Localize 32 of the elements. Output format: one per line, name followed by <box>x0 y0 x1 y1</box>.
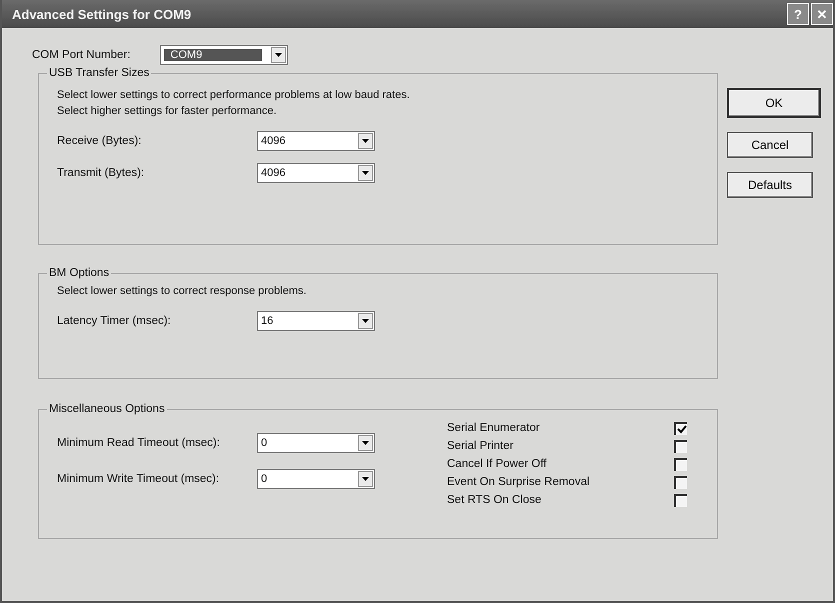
value-dropdown[interactable]: 16 <box>257 311 375 331</box>
option-label: Serial Printer <box>447 440 514 452</box>
hint-text: Select lower settings to correct response problems. <box>57 285 308 297</box>
value-dropdown[interactable]: 4096 <box>257 131 375 151</box>
checkbox[interactable] <box>674 494 687 506</box>
checkbox[interactable] <box>674 476 687 488</box>
value-dropdown[interactable]: 0 <box>257 433 375 453</box>
option-label: Serial Enumerator <box>447 422 540 434</box>
field-label: Receive (Bytes): <box>57 135 142 147</box>
hint-text: Select lower settings to correct performance problems at low baud rates. <box>57 89 411 101</box>
dialog-button[interactable]: Cancel <box>727 132 813 158</box>
field-label: Transmit (Bytes): <box>57 167 146 179</box>
value-dropdown[interactable]: 0 <box>257 469 375 489</box>
group-title: Miscellaneous Options <box>48 403 166 415</box>
group-title: USB Transfer Sizes <box>48 67 150 79</box>
option-label: Event On Surprise Removal <box>447 476 590 488</box>
field-label: Latency Timer (msec): <box>57 315 172 327</box>
hint-text: Select higher settings for faster performance. <box>57 105 278 117</box>
option-label: Cancel If Power Off <box>447 458 546 470</box>
group-title: BM Options <box>48 267 110 279</box>
port-dropdown[interactable]: COM9 <box>160 45 288 65</box>
checkbox[interactable] <box>674 458 687 470</box>
checkbox[interactable] <box>674 422 687 434</box>
dialog-button[interactable]: OK <box>727 88 821 118</box>
field-label: COM Port Number: <box>32 49 130 61</box>
value-dropdown[interactable]: 4096 <box>257 163 375 183</box>
dialog-button[interactable]: Defaults <box>727 172 813 198</box>
window-title: Advanced Settings for COM9 <box>12 6 192 22</box>
field-label: Minimum Write Timeout (msec): <box>57 473 220 485</box>
option-label: Set RTS On Close <box>447 494 542 506</box>
field-label: Minimum Read Timeout (msec): <box>57 437 221 449</box>
checkbox[interactable] <box>674 440 687 452</box>
